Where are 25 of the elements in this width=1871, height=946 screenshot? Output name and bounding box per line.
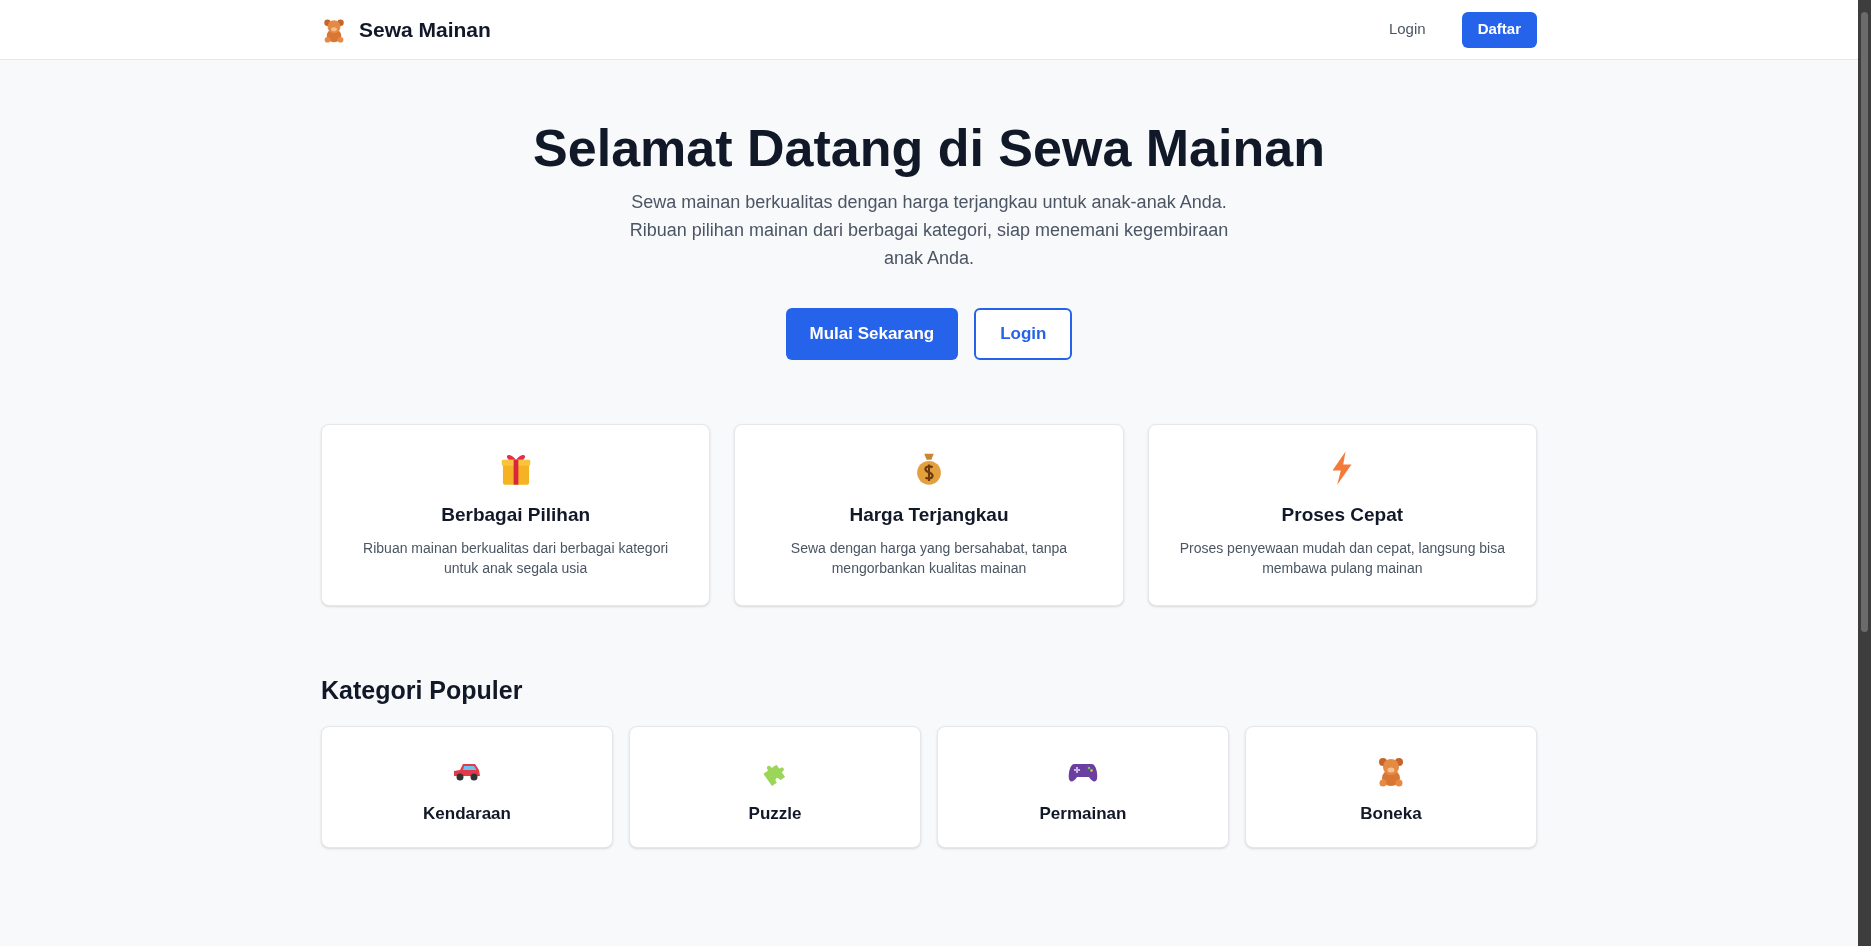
- teddy-bear-icon: [321, 16, 347, 43]
- category-card[interactable]: Boneka: [1245, 725, 1537, 848]
- feature-title: Proses Cepat: [1281, 503, 1404, 527]
- scrollbar[interactable]: [1858, 0, 1871, 946]
- hero-title: Selamat Datang di Sewa Mainan: [533, 118, 1325, 179]
- login-link[interactable]: Login: [1376, 18, 1438, 41]
- category-card[interactable]: Permainan: [937, 725, 1229, 848]
- section-heading: Kategori Populer: [321, 675, 524, 706]
- scrollbar-thumb[interactable]: [1861, 12, 1868, 632]
- feature-description: Sewa dengan harga yang bersahabat, tanpa mengorbankan kualitas mainan: [789, 538, 1069, 578]
- category-card[interactable]: Kendaraan: [321, 725, 613, 848]
- category-label: Boneka: [1360, 802, 1422, 825]
- register-button[interactable]: Daftar: [1461, 11, 1537, 48]
- feature-title: Berbagai Pilihan: [441, 503, 591, 527]
- feature-description: Proses penyewaan mudah dan cepat, langsung bisa membawa pulang mainan: [1178, 538, 1506, 578]
- start-button[interactable]: Mulai Sekarang: [785, 308, 959, 360]
- category-label: Kendaraan: [423, 802, 511, 825]
- category-label: Puzzle: [748, 802, 802, 825]
- feature-description: Ribuan mainan berkualitas dari berbagai kategori untuk anak segala usia: [362, 538, 670, 578]
- feature-title: Harga Terjangkau: [849, 503, 1009, 527]
- brand-name: Sewa Mainan: [359, 16, 491, 43]
- category-label: Permainan: [1039, 802, 1127, 825]
- login-button[interactable]: Login: [974, 308, 1073, 360]
- category-card[interactable]: Puzzle: [629, 725, 921, 848]
- hero-subtitle: Sewa mainan berkualitas dengan harga terjangkau untuk anak-anak Anda. Ribuan pilihan mainan dari berbagai kategori, siap menemani kegembiraan anak Anda.: [628, 191, 1230, 270]
